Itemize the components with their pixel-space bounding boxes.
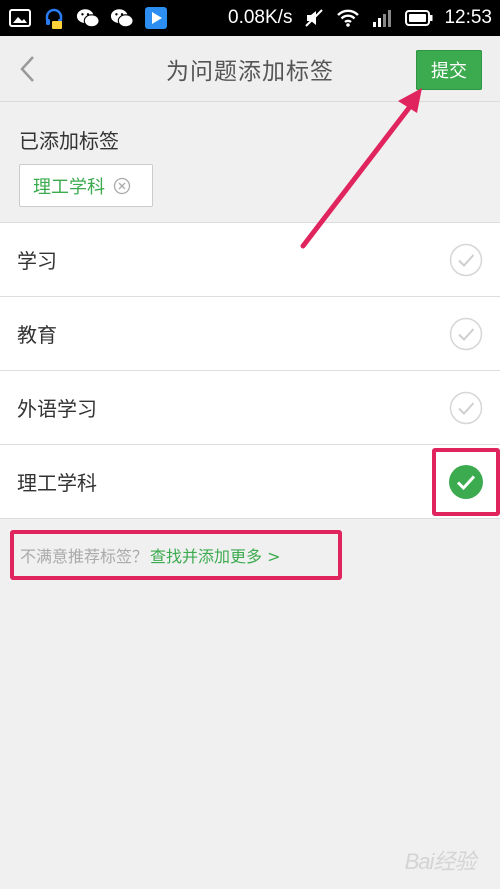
status-right: 0.08K/s 12:53 [228, 7, 492, 29]
tag-row-science-engineering[interactable]: 理工学科 [0, 445, 500, 519]
tag-row-label: 教育 [17, 323, 57, 347]
status-left-icons [8, 7, 168, 29]
added-tag-chip[interactable]: 理工学科 [19, 164, 153, 207]
gallery-icon [8, 7, 32, 29]
signal-icon [370, 7, 394, 29]
watermark: Bai经验 [404, 849, 477, 874]
highlight-box [432, 447, 500, 516]
check-circle-filled-icon[interactable] [448, 464, 484, 500]
remove-tag-icon[interactable] [113, 177, 131, 195]
tag-row-label: 外语学习 [17, 397, 97, 421]
play-store-icon [144, 7, 168, 29]
tag-row-foreign-language[interactable]: 外语学习 [0, 371, 500, 445]
tag-row-label: 理工学科 [17, 471, 97, 495]
wifi-icon [336, 7, 360, 29]
check-circle-icon[interactable] [449, 243, 483, 277]
tag-list: 学习 教育 外语学习 理工学科 [0, 222, 500, 519]
tag-row-label: 学习 [17, 249, 57, 273]
added-tags-title: 已添加标签 [19, 129, 119, 153]
status-bar: 0.08K/s 12:53 [0, 0, 500, 36]
submit-button[interactable]: 提交 [416, 50, 482, 90]
find-more-link[interactable]: 查找并添加更多 > [150, 543, 281, 567]
tag-row-education[interactable]: 教育 [0, 297, 500, 371]
check-circle-icon[interactable] [449, 391, 483, 425]
headset-app-icon [42, 7, 66, 29]
tag-row-study[interactable]: 学习 [0, 223, 500, 297]
find-more-question: 不满意推荐标签？ [20, 547, 149, 566]
battery-icon [404, 7, 434, 29]
wechat-icon [110, 7, 134, 29]
mute-icon [302, 7, 326, 29]
added-tag-label: 理工学科 [33, 176, 105, 198]
clock: 12:53 [444, 7, 492, 28]
find-more-banner: 不满意推荐标签？ 查找并添加更多 > [10, 530, 342, 580]
added-tags-section: 已添加标签 理工学科 [0, 103, 500, 223]
network-speed: 0.08K/s [228, 7, 293, 28]
wechat-icon [76, 7, 100, 29]
check-circle-icon[interactable] [449, 317, 483, 351]
app-header: 为问题添加标签 提交 [0, 36, 500, 102]
